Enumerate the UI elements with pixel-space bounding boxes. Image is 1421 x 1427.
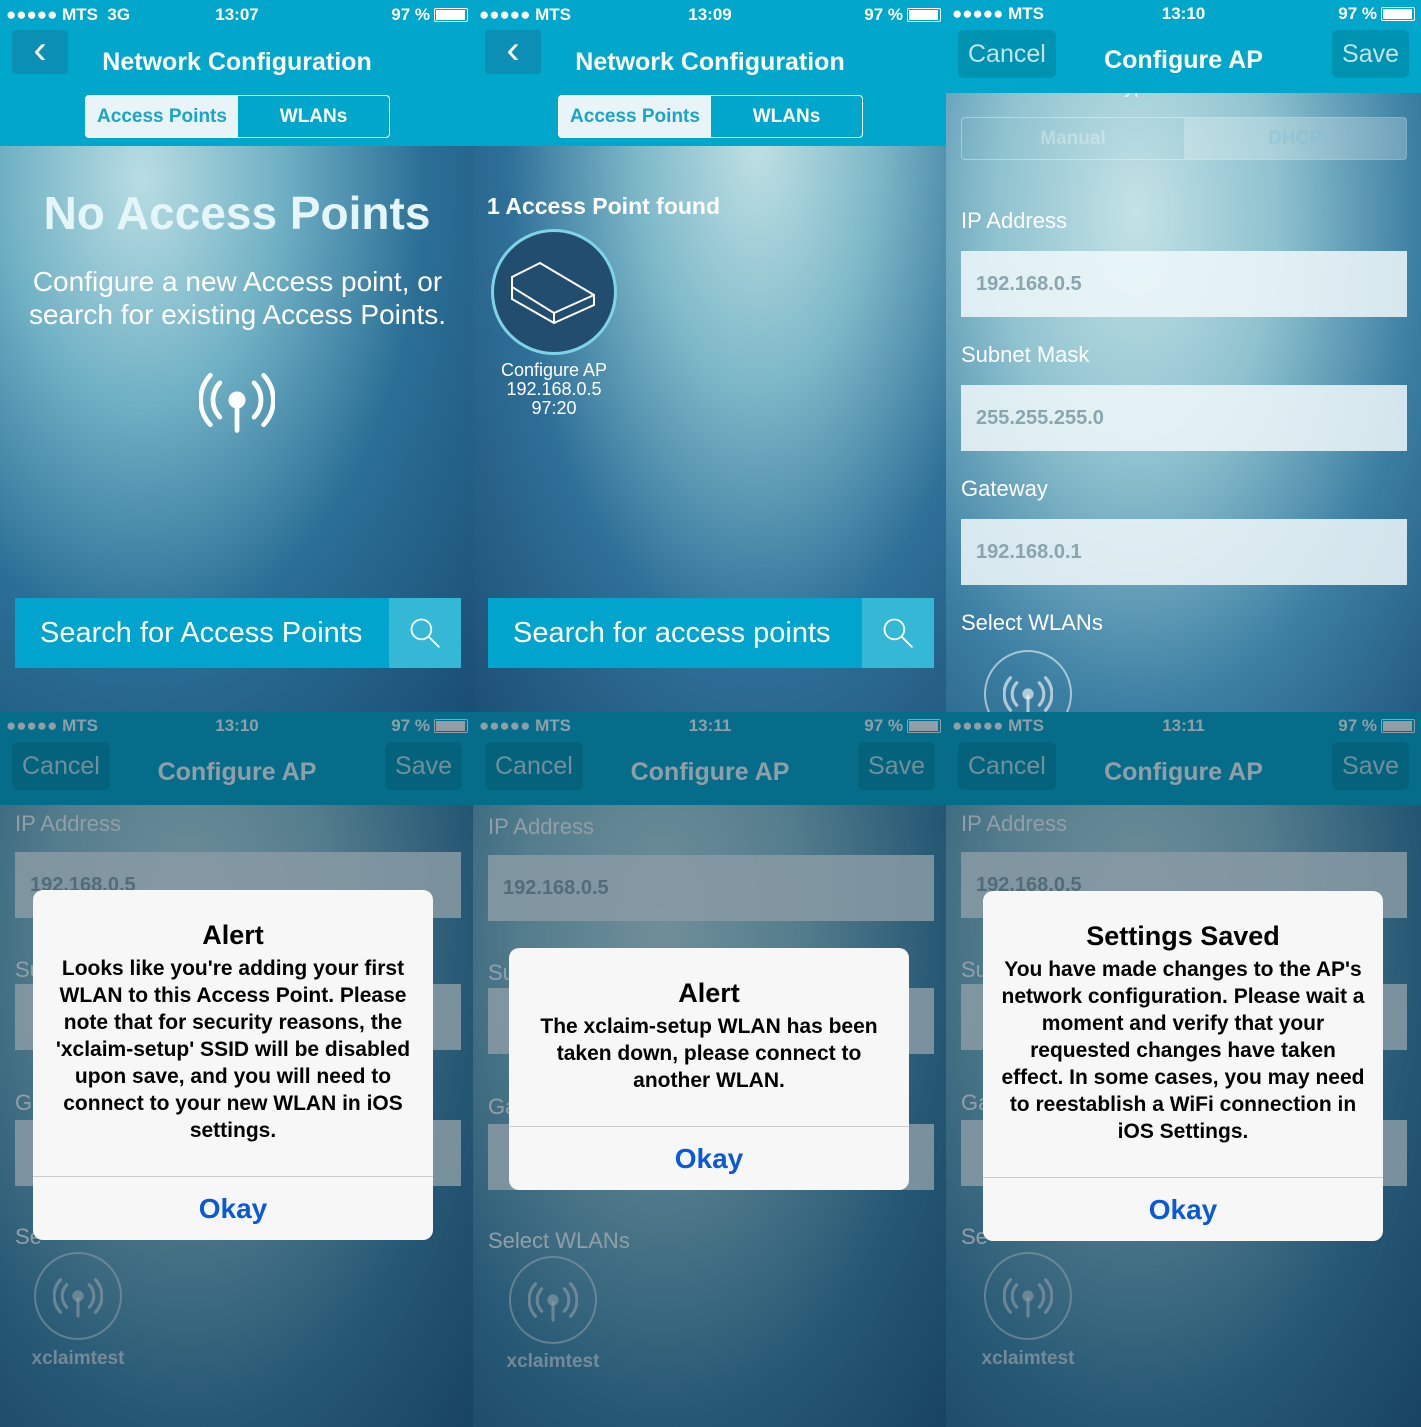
ap-id: 97:20 <box>531 398 577 418</box>
subnet-field[interactable]: 255.255.255.0 <box>961 385 1407 451</box>
tab-wlans[interactable]: WLANs <box>711 96 862 137</box>
screen-no-access-points: ●●●●● MTS 3G 13:07 97 % ‹ Network Configur… <box>0 0 474 714</box>
battery-icon <box>434 8 468 22</box>
ap-name: Configure AP <box>500 360 608 380</box>
screen-configure-ap-alert: ●●●●● MTS 13:11 97 % Cancel Configure AP S… <box>946 712 1421 1427</box>
wlans-label: Select WLANs <box>961 610 1103 635</box>
alert-dialog: Alert Looks like you're adding your firs… <box>33 890 433 1240</box>
status-bar: ●●●●● MTS 13:09 97 % <box>479 5 941 25</box>
connection-type-control: Manual DHCP <box>961 117 1407 160</box>
screen-configure-ap-alert: ●●●●● MTS 13:11 97 % Cancel Configure AP S… <box>473 712 947 1427</box>
segmented-control: Access Points WLANs <box>558 95 863 138</box>
option-manual[interactable]: Manual <box>962 118 1184 159</box>
okay-button[interactable]: Okay <box>33 1176 433 1240</box>
search-button[interactable]: Search for access points <box>488 598 934 668</box>
battery-percent: 97 % <box>1338 4 1377 23</box>
wifi-antenna-icon <box>1003 669 1053 714</box>
ap-ip: 192.168.0.5 <box>506 379 602 399</box>
ip-field[interactable]: 192.168.0.5 <box>961 251 1407 317</box>
gateway-field[interactable]: 192.168.0.1 <box>961 519 1407 585</box>
alert-dialog: Alert The xclaim-setup WLAN has been tak… <box>509 948 909 1190</box>
alert-title: Alert <box>678 978 740 1008</box>
access-point-item[interactable]: Configure AP 192.168.0.5 97:20 <box>491 229 617 418</box>
page-title: Network Configuration <box>575 48 845 76</box>
antenna-icon <box>199 362 275 438</box>
nav-header: ●●●●● MTS 3G 13:07 97 % ‹ Network Configur… <box>0 0 474 146</box>
screen-configure-ap: IPv4 Connection Type Manual DHCP ●●●●● M… <box>946 0 1421 714</box>
battery-icon <box>1381 7 1415 21</box>
access-point-device-icon <box>491 229 617 355</box>
nav-header: ●●●●● MTS 13:10 97 % Cancel Configure AP S… <box>946 0 1421 93</box>
subnet-label: Subnet Mask <box>961 342 1090 367</box>
alert-message: The xclaim-setup WLAN has been taken dow… <box>540 1015 878 1092</box>
wlan-item[interactable] <box>984 650 1072 714</box>
okay-button[interactable]: Okay <box>983 1177 1383 1241</box>
alert-title: Settings Saved <box>1086 921 1280 951</box>
page-title: Network Configuration <box>102 48 372 76</box>
search-icon <box>407 615 443 651</box>
screen-configure-ap-alert: ●●●●● MTS 13:10 97 % Cancel Configure AP S… <box>0 712 474 1427</box>
status-bar: ●●●●● MTS 13:10 97 % <box>952 4 1415 24</box>
tab-access-points[interactable]: Access Points <box>559 96 711 137</box>
tab-wlans[interactable]: WLANs <box>238 96 389 137</box>
empty-text: Configure a new Access point, or search … <box>28 266 447 330</box>
gateway-label: Gateway <box>961 476 1048 501</box>
okay-button[interactable]: Okay <box>509 1126 909 1190</box>
screen-access-point-found: ●●●●● MTS 13:09 97 % ‹ Network Configurati… <box>473 0 947 714</box>
tab-access-points[interactable]: Access Points <box>86 96 238 137</box>
empty-title: No Access Points <box>43 187 431 239</box>
save-button[interactable]: Save <box>1332 30 1409 78</box>
nav-header: ●●●●● MTS 13:09 97 % ‹ Network Configurati… <box>473 0 947 146</box>
alert-dialog: Settings Saved You have made changes to … <box>983 891 1383 1241</box>
option-dhcp[interactable]: DHCP <box>1184 118 1406 159</box>
segmented-control: Access Points WLANs <box>85 95 390 138</box>
search-icon <box>880 615 916 651</box>
search-label: Search for Access Points <box>15 598 389 668</box>
status-bar: ●●●●● MTS 3G 13:07 97 % <box>6 5 468 25</box>
battery-icon <box>907 8 941 22</box>
search-label: Search for access points <box>488 598 862 668</box>
alert-message: Looks like you're adding your first WLAN… <box>55 957 411 1142</box>
alert-title: Alert <box>202 920 264 950</box>
battery-percent: 97 % <box>864 5 903 24</box>
ip-label: IP Address <box>961 208 1067 233</box>
alert-message: You have made changes to the AP's networ… <box>1001 958 1365 1143</box>
found-count: 1 Access Point found <box>487 193 721 219</box>
battery-percent: 97 % <box>391 5 430 24</box>
search-button[interactable]: Search for Access Points <box>15 598 461 668</box>
